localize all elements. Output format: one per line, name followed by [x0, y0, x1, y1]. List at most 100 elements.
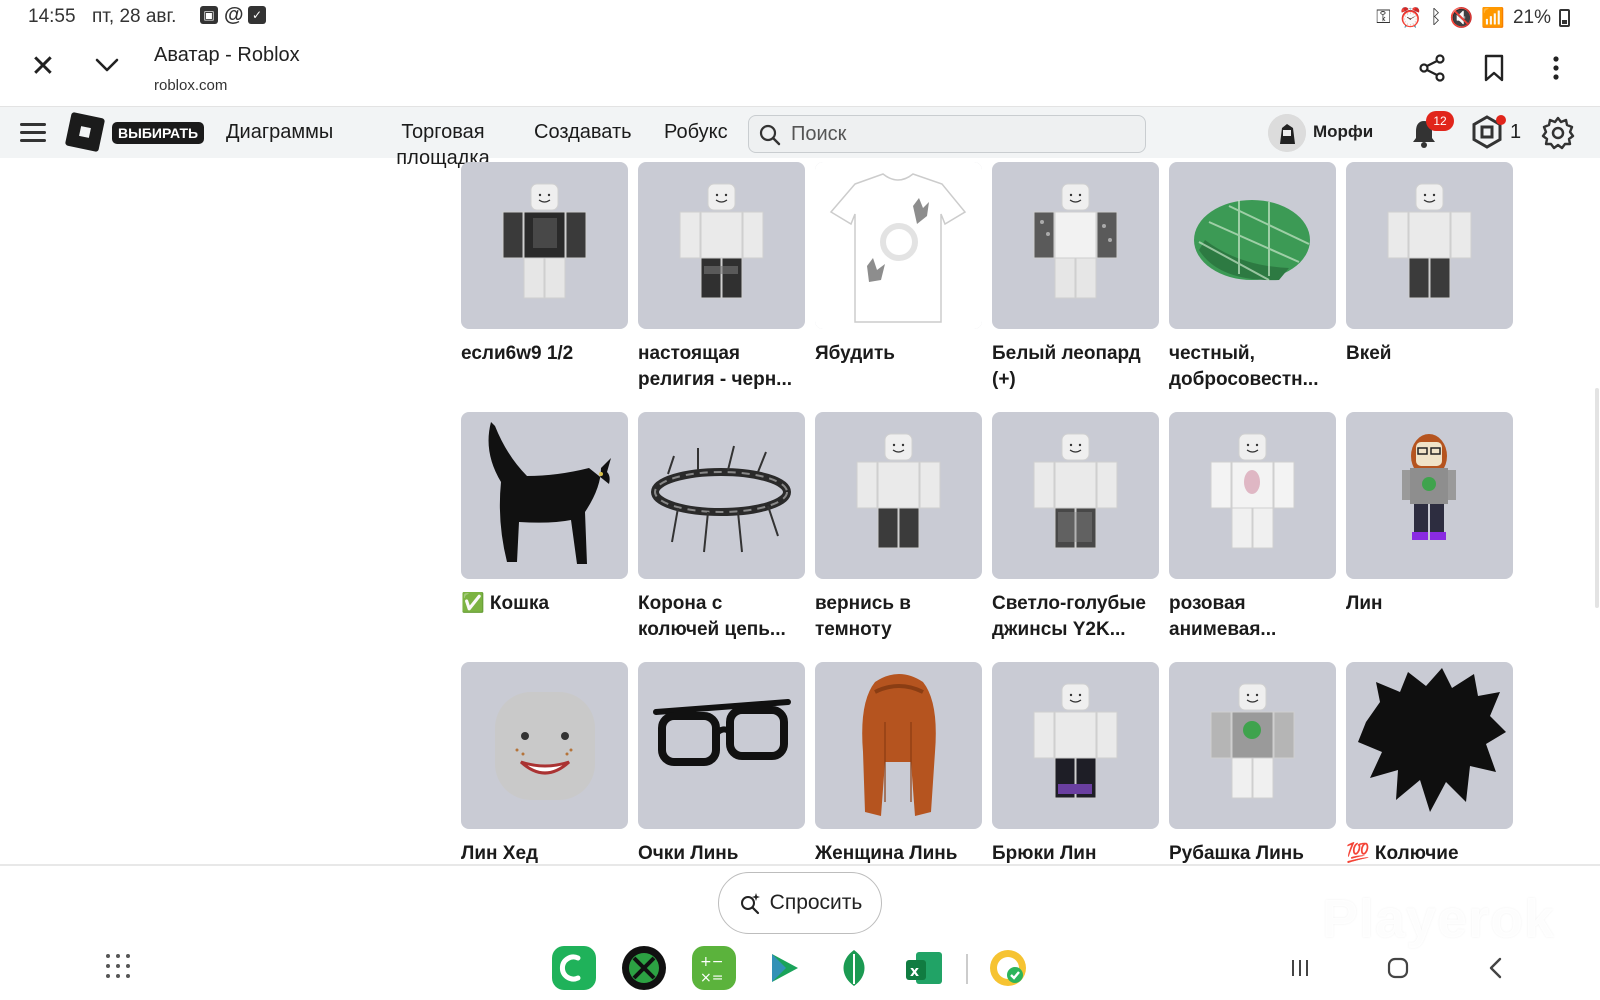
back-icon[interactable] — [1484, 956, 1508, 980]
app-drawer-icon[interactable] — [106, 954, 130, 978]
item-name[interactable]: ✅ Кошка — [461, 591, 631, 617]
item-name[interactable]: если6w9 1/2 — [461, 341, 631, 367]
inventory-item[interactable]: 💯 Колючие — [1346, 662, 1513, 864]
black-cat-thumbnail[interactable] — [461, 412, 628, 579]
recent-apps-icon[interactable] — [1288, 956, 1312, 980]
more-menu-icon[interactable] — [1540, 52, 1572, 84]
calculator-app-icon[interactable]: +− ×= — [692, 946, 736, 990]
inventory-item[interactable]: ✅ Кошка — [461, 412, 628, 652]
item-name[interactable]: Рубашка Линь — [1169, 841, 1339, 864]
chevron-down-icon[interactable] — [92, 50, 122, 80]
green-plaid-cap-thumbnail[interactable] — [1169, 162, 1336, 329]
svg-text:x: x — [910, 964, 919, 980]
inventory-item[interactable]: настоящая религия - черн... — [638, 162, 805, 402]
select-badge[interactable]: ВЫБИРАТЬ — [112, 122, 205, 144]
inventory-item[interactable]: Брюки Лин — [992, 662, 1159, 864]
bookmark-icon[interactable] — [1478, 52, 1510, 84]
avatar-anime-shirt-icon — [1210, 433, 1295, 549]
gear-icon[interactable] — [1540, 115, 1576, 151]
item-name[interactable]: честный, добросовестн... — [1169, 341, 1339, 393]
search-input[interactable] — [791, 116, 1131, 152]
page-url[interactable]: roblox.com — [154, 77, 227, 94]
avatar-pants-purple-thumbnail[interactable] — [992, 662, 1159, 829]
brown-hair-thumbnail[interactable] — [815, 662, 982, 829]
inventory-item[interactable]: Вкей — [1346, 162, 1513, 402]
inventory-item[interactable]: Лин Хед — [461, 662, 628, 864]
nav-create[interactable]: Создавать — [534, 121, 632, 144]
hamburger-menu-icon[interactable] — [20, 123, 46, 143]
avatar-leopard-thumbnail[interactable] — [992, 162, 1159, 329]
ask-button[interactable]: Спросить — [718, 872, 882, 934]
share-icon[interactable] — [1416, 52, 1448, 84]
inventory-item[interactable]: Ябудить — [815, 162, 982, 402]
home-icon[interactable] — [1386, 956, 1410, 980]
item-name[interactable]: Ябудить — [815, 341, 985, 367]
close-icon[interactable]: ✕ — [28, 52, 58, 82]
inventory-item[interactable]: Женщина Линь — [815, 662, 982, 864]
item-name[interactable]: Лин Хед — [461, 841, 631, 864]
phone-app-icon[interactable] — [552, 946, 596, 990]
inventory-item[interactable]: Белый леопард (+) — [992, 162, 1159, 402]
black-spiky-hair-thumbnail[interactable] — [1346, 662, 1513, 829]
avatar-lin-thumbnail[interactable] — [1346, 412, 1513, 579]
head-smile-thumbnail[interactable] — [461, 662, 628, 829]
item-name[interactable]: Вкей — [1346, 341, 1516, 367]
avatar-leopard-icon — [1033, 183, 1118, 299]
avatar-jeans-thumbnail[interactable] — [992, 412, 1159, 579]
wifi-icon: 📶 — [1481, 8, 1505, 29]
avatar-shirt-black-thumbnail[interactable] — [461, 162, 628, 329]
item-name[interactable]: Женщина Линь — [815, 841, 985, 864]
play-games-app-icon[interactable] — [762, 946, 806, 990]
tshirt-hands-icon — [815, 162, 982, 329]
item-name[interactable]: Брюки Лин — [992, 841, 1162, 864]
excel-app-icon[interactable]: x — [902, 946, 946, 990]
sparkle-search-icon — [740, 893, 760, 915]
item-name[interactable]: розовая анимевая... — [1169, 591, 1339, 643]
avatar-shirt-green-thumbnail[interactable] — [1169, 662, 1336, 829]
item-name[interactable]: вернись в темноту — [815, 591, 985, 643]
roblox-logo[interactable] — [64, 111, 106, 153]
tshirt-hands-thumbnail[interactable] — [815, 162, 982, 329]
item-name[interactable]: Корона с колючей цепь... — [638, 591, 808, 643]
avatar-pants-dark-thumbnail[interactable] — [1346, 162, 1513, 329]
item-name[interactable]: Лин — [1346, 591, 1516, 617]
dock-separator — [966, 954, 968, 984]
item-name[interactable]: Очки Линь — [638, 841, 808, 864]
inventory-item[interactable]: честный, добросовестн... — [1169, 162, 1336, 402]
leaf-app-icon[interactable] — [832, 946, 876, 990]
black-glasses-thumbnail[interactable] — [638, 662, 805, 829]
inventory-item[interactable]: если6w9 1/2 — [461, 162, 628, 402]
inventory-item[interactable]: Очки Линь — [638, 662, 805, 864]
item-name[interactable]: 💯 Колючие — [1346, 841, 1516, 864]
item-name[interactable]: настоящая религия - черн... — [638, 341, 808, 393]
inventory-item[interactable]: Корона с колючей цепь... — [638, 412, 805, 652]
nav-charts[interactable]: Диаграммы — [226, 121, 333, 144]
svg-text:×=: ×= — [700, 970, 723, 986]
mute-icon: 🔇 — [1449, 8, 1474, 29]
inventory-item[interactable]: вернись в темноту — [815, 412, 982, 652]
user-avatar[interactable] — [1268, 114, 1306, 152]
inventory-item[interactable]: розовая анимевая... — [1169, 412, 1336, 652]
inventory-item[interactable]: Светло-голубые джинсы Y2K... — [992, 412, 1159, 652]
avatar-anime-shirt-thumbnail[interactable] — [1169, 412, 1336, 579]
page-title: Аватар - Roblox — [154, 44, 300, 66]
security-app-icon[interactable] — [986, 946, 1030, 990]
avatar-pants-dark-icon — [856, 433, 941, 549]
inventory-item[interactable]: Рубашка Линь — [1169, 662, 1336, 864]
avatar-shirt-green-icon — [1210, 683, 1295, 799]
avatar-pants-black-thumbnail[interactable] — [638, 162, 805, 329]
avatar-pants-dark-icon — [1387, 183, 1472, 299]
item-name[interactable]: Белый леопард (+) — [992, 341, 1162, 393]
nav-robux[interactable]: Робукс — [664, 121, 728, 144]
avatar-pants-dark-thumbnail[interactable] — [815, 412, 982, 579]
battery-icon — [1559, 9, 1570, 27]
scrollbar[interactable] — [1595, 388, 1599, 608]
barbed-crown-thumbnail[interactable] — [638, 412, 805, 579]
xbox-app-icon[interactable] — [622, 946, 666, 990]
item-name[interactable]: Светло-голубые джинсы Y2K... — [992, 591, 1162, 643]
barbed-crown-icon — [651, 445, 791, 553]
username[interactable]: Морфи — [1313, 122, 1373, 142]
ask-button-label: Спросить — [769, 891, 863, 914]
status-date: пт, 28 авг. — [92, 6, 177, 27]
inventory-item[interactable]: Лин — [1346, 412, 1513, 652]
